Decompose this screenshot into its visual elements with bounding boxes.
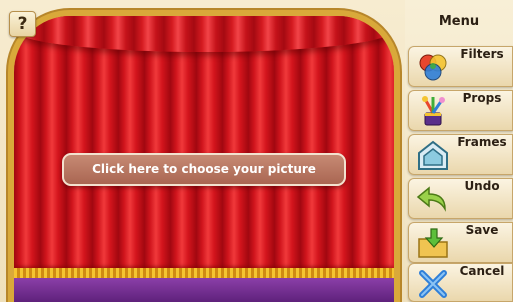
undo-label: Undo (464, 179, 500, 193)
filters-label: Filters (460, 47, 504, 61)
menu-title: Menu (438, 14, 480, 29)
help-button[interactable]: ? (9, 11, 36, 37)
filters-button[interactable]: Filters (408, 46, 513, 87)
frames-label: Frames (457, 135, 507, 149)
props-button[interactable]: Props (408, 90, 513, 131)
save-icon (415, 227, 451, 259)
choose-picture-button[interactable]: Click here to choose your picture (62, 153, 346, 186)
props-icon (415, 95, 451, 127)
save-button[interactable]: Save (408, 222, 513, 263)
cancel-button[interactable]: Cancel (408, 263, 513, 302)
stage-frame (0, 0, 408, 302)
frames-button[interactable]: Frames (408, 134, 513, 175)
curtain-fringe (14, 268, 394, 278)
filters-icon (415, 51, 451, 83)
cancel-label: Cancel (459, 264, 505, 278)
cancel-icon (415, 268, 451, 300)
undo-button[interactable]: Undo (408, 178, 513, 219)
frames-icon (415, 139, 451, 171)
props-label: Props (462, 91, 502, 105)
save-label: Save (465, 223, 499, 237)
stage-floor (14, 278, 394, 302)
undo-icon (415, 183, 451, 215)
menu-panel: Menu Filters Props Frames Undo Save Canc… (405, 0, 513, 302)
